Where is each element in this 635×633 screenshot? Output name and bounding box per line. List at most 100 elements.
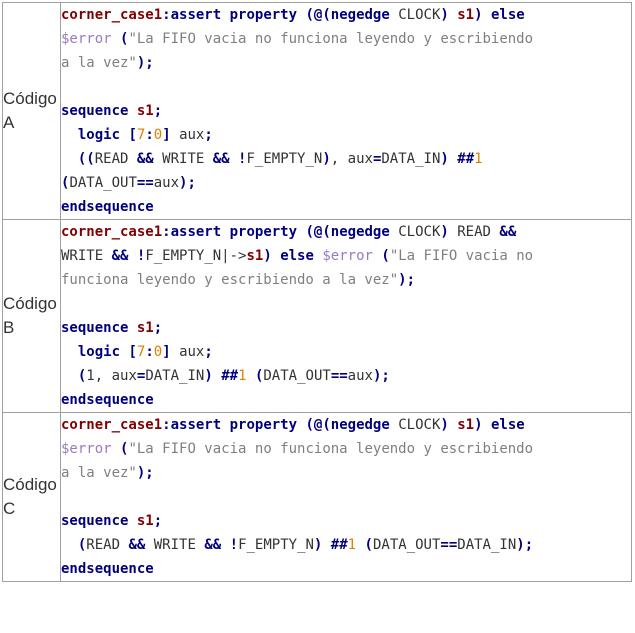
code-line: a la vez"); <box>61 461 631 485</box>
code-line: endsequence <box>61 388 631 412</box>
code-token: aux <box>170 344 205 360</box>
code-token: property <box>229 7 298 23</box>
code-token: s1 <box>457 417 475 433</box>
code-block: corner_case1:assert property (@(negedge … <box>60 2 632 220</box>
code-token: negedge <box>330 417 390 433</box>
code-token: negedge <box>330 7 390 23</box>
row-label: Código B <box>2 219 61 413</box>
code-token: ) <box>204 368 213 384</box>
code-token: assert <box>170 417 222 433</box>
code-token: (( <box>77 151 95 167</box>
table-row: Código A corner_case1:assert property (@… <box>2 2 632 220</box>
code-token: corner_case1 <box>61 224 163 240</box>
row-label-title: Código <box>3 294 57 313</box>
row-label-letter: C <box>3 499 16 518</box>
table-row: Código C corner_case1:assert property (@… <box>2 412 632 582</box>
code-token: s1 <box>136 320 154 336</box>
code-token: WRITE <box>145 537 205 553</box>
code-token: : <box>162 417 171 433</box>
code-token: ## <box>221 368 239 384</box>
code-token: endsequence <box>61 392 154 408</box>
code-token: ## <box>457 151 475 167</box>
code-block: corner_case1:assert property (@(negedge … <box>60 412 632 582</box>
code-line: sequence s1; <box>61 316 631 340</box>
code-token: ) <box>263 248 272 264</box>
code-token: 1 <box>238 368 247 384</box>
code-token: READ <box>86 537 129 553</box>
code-token: else <box>490 7 525 23</box>
code-token: && <box>204 537 222 553</box>
code-line: (READ && WRITE && !F_EMPTY_N) ##1 (DATA_… <box>61 533 631 557</box>
code-token: (@( <box>305 417 331 433</box>
code-token: WRITE <box>153 151 213 167</box>
code-line: $error ("La FIFO vacia no funciona leyen… <box>61 437 631 461</box>
row-label: Código C <box>2 412 61 582</box>
code-token: F_EMPTY_N <box>246 151 323 167</box>
code-token: DATA_OUT <box>69 175 137 191</box>
code-token: 0 <box>153 344 163 360</box>
code-token: ] <box>162 344 171 360</box>
code-token: ; <box>204 127 213 143</box>
code-token: 1 <box>347 537 357 553</box>
code-token: 1 <box>474 151 483 167</box>
code-token: ; <box>153 513 163 529</box>
code-token: ; <box>153 103 163 119</box>
code-token: READ <box>94 151 137 167</box>
code-token: sequence <box>61 103 129 119</box>
code-token: ) <box>474 417 483 433</box>
code-line: funciona leyendo y escribiendo a la vez"… <box>61 268 631 292</box>
row-label-letter: B <box>3 318 15 337</box>
code-token: ); <box>516 537 534 553</box>
code-token: F_EMPTY_N|-> <box>145 248 247 264</box>
code-token: assert <box>170 224 222 240</box>
code-token: ! <box>229 537 239 553</box>
code-block: corner_case1:assert property (@(negedge … <box>60 219 632 413</box>
code-token: : <box>162 7 171 23</box>
code-token: 1, aux <box>86 368 137 384</box>
code-line: logic [7:0] aux; <box>61 340 631 364</box>
code-token: funciona leyendo y escribiendo a la vez" <box>61 272 399 288</box>
code-token: "La FIFO vacia no funciona leyendo y esc… <box>128 31 534 47</box>
code-token: ) <box>322 151 331 167</box>
row-label: Código A <box>2 2 61 220</box>
code-token: DATA_IN <box>145 368 205 384</box>
code-token: assert <box>170 7 222 23</box>
code-token: ] <box>162 127 171 143</box>
code-token: [ <box>128 344 137 360</box>
code-token: ); <box>136 55 154 71</box>
code-token: (@( <box>305 224 331 240</box>
code-token: s1 <box>457 7 475 23</box>
code-token: DATA_IN <box>381 151 441 167</box>
table-body: Código A corner_case1:assert property (@… <box>2 2 632 582</box>
code-token: $error <box>322 248 373 264</box>
row-label-title: Código <box>3 89 57 108</box>
code-token: ) <box>440 151 449 167</box>
code-token: (@( <box>305 7 331 23</box>
code-token: ## <box>330 537 348 553</box>
code-token: DATA_IN <box>457 537 517 553</box>
code-token: && <box>499 224 517 240</box>
code-token: CLOCK <box>389 224 441 240</box>
code-token: endsequence <box>61 561 154 577</box>
code-token: ; <box>204 344 213 360</box>
code-token: corner_case1 <box>61 417 163 433</box>
code-token: endsequence <box>61 199 154 215</box>
row-label-letter: A <box>3 113 15 132</box>
code-token: aux <box>347 368 373 384</box>
code-token: property <box>229 417 298 433</box>
code-token: DATA_OUT <box>263 368 331 384</box>
